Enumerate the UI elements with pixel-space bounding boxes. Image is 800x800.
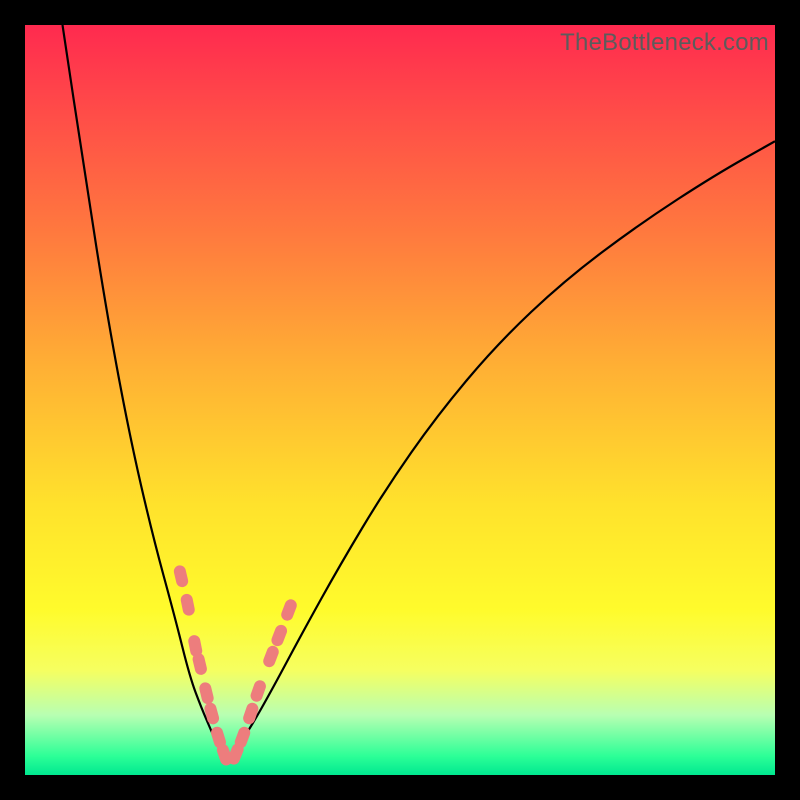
curve-right-branch xyxy=(225,141,775,758)
curve-marker xyxy=(279,598,298,623)
curve-marker xyxy=(261,644,280,669)
curve-marker xyxy=(173,564,190,588)
curve-marker xyxy=(203,701,220,725)
bottleneck-curve-chart xyxy=(25,25,775,775)
marker-group xyxy=(173,564,299,767)
curve-marker xyxy=(270,623,289,648)
curve-marker xyxy=(198,681,215,705)
curve-marker xyxy=(249,679,268,704)
curve-marker xyxy=(191,652,208,676)
watermark-label: TheBottleneck.com xyxy=(560,29,769,57)
curve-marker xyxy=(242,701,260,726)
curve-marker xyxy=(180,593,196,617)
chart-plot-area: TheBottleneck.com xyxy=(25,25,775,775)
